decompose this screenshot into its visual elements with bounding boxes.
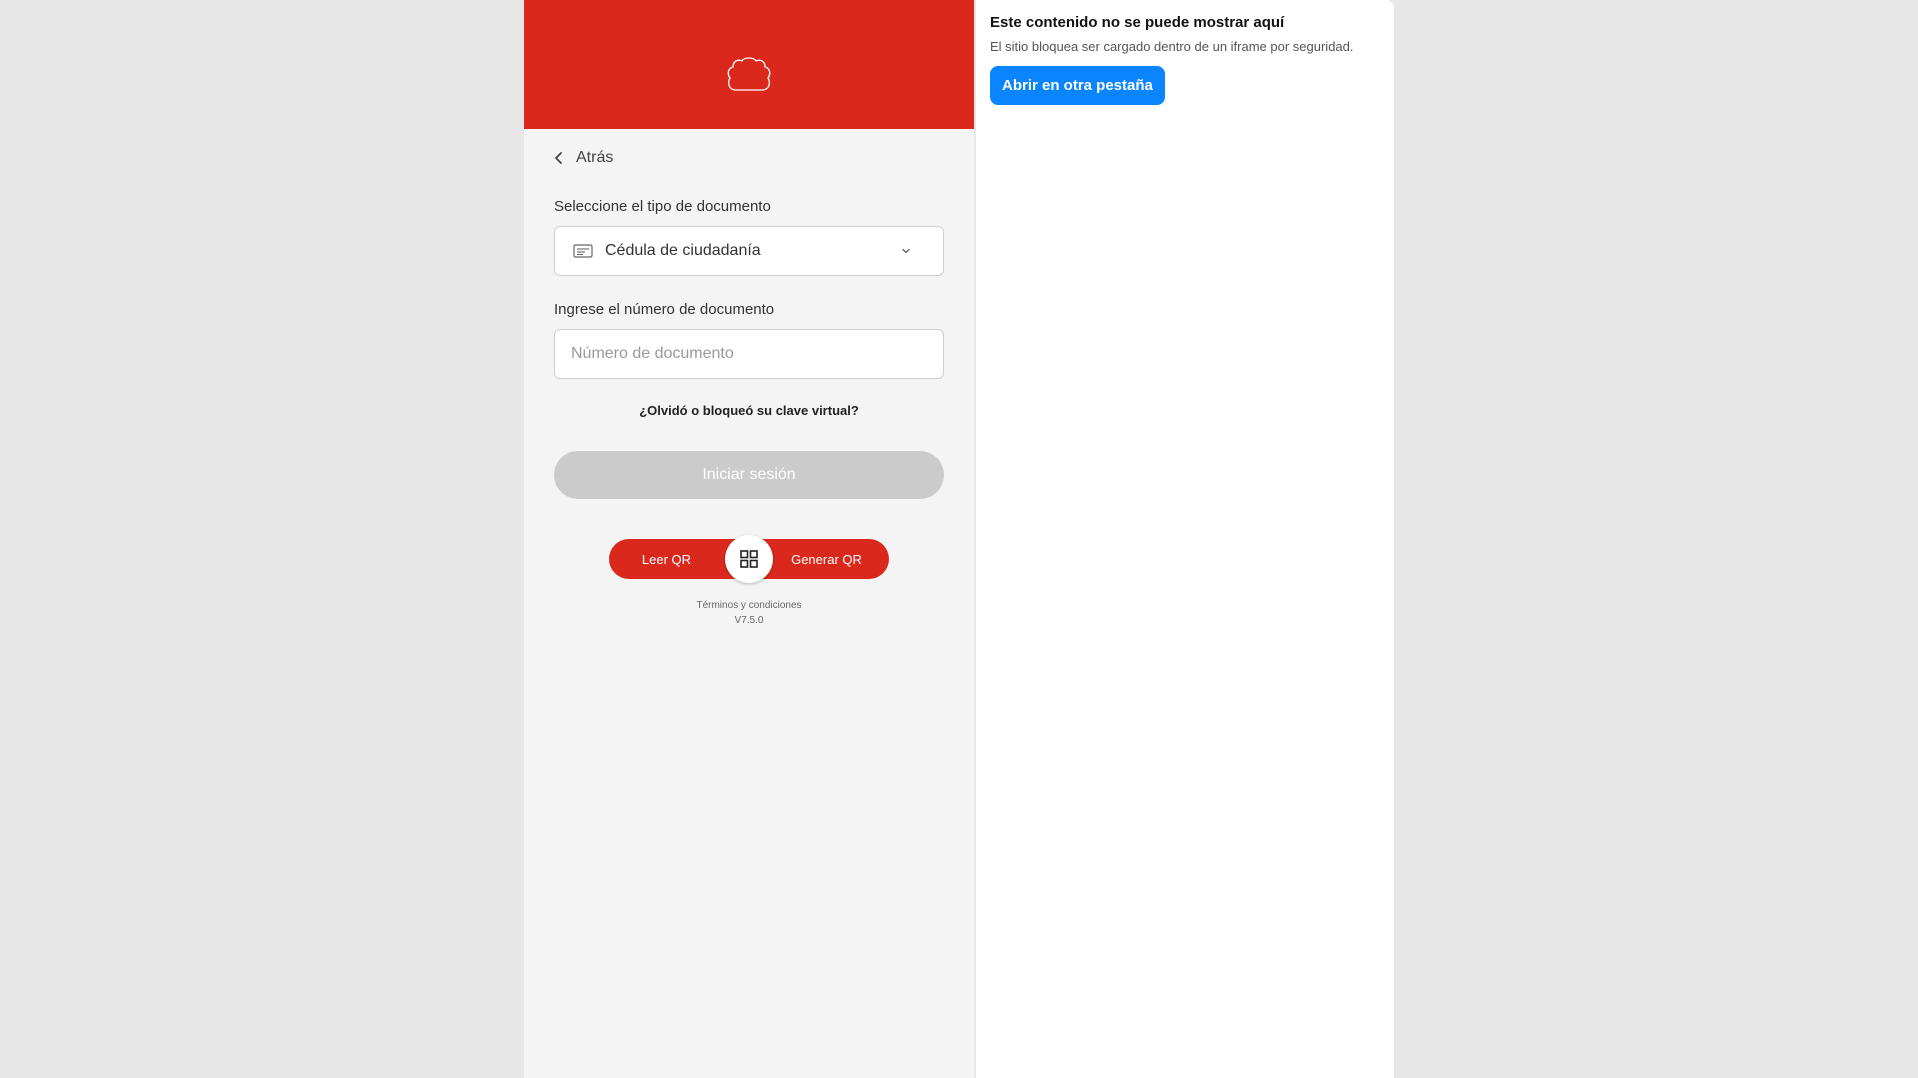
doc-number-label: Ingrese el número de documento [554,301,775,318]
login-panel: Atrás Seleccione el tipo de documento Cé… [524,0,974,1078]
qr-grid-icon [740,550,758,568]
doc-type-select[interactable]: Cédula de ciudadanía [554,226,944,276]
doc-type-value: Cédula de ciudadanía [605,242,761,259]
frame-notice-title: Este contenido no se puede mostrar aquí [990,14,1285,31]
frame-notice-message: El sitio bloquea ser cargado dentro de u… [990,39,1354,54]
back-link[interactable]: Atrás [552,146,613,170]
doc-type-label: Seleccione el tipo de documento [554,198,771,215]
bank-logo-icon [727,57,771,91]
forgot-password-link[interactable]: ¿Olvidó o bloqueó su clave virtual? [524,403,974,418]
chevron-down-icon [902,248,910,254]
terms-link[interactable]: Términos y condiciones [524,600,974,611]
generate-qr-button[interactable]: Generar QR [764,539,889,579]
qr-toggle: Leer QR Generar QR [609,535,889,583]
chevron-left-icon [555,152,562,164]
id-card-icon [573,244,593,258]
back-label: Atrás [576,149,614,166]
blocked-frame-panel: Este contenido no se puede mostrar aquí … [976,0,1394,1078]
read-qr-button[interactable]: Leer QR [609,539,724,579]
doc-number-input[interactable] [554,329,944,379]
login-button[interactable]: Iniciar sesión [554,451,944,499]
login-header [524,0,974,129]
open-in-new-tab-button[interactable]: Abrir en otra pestaña [990,66,1165,105]
version-text: V7.5.0 [734,615,764,626]
